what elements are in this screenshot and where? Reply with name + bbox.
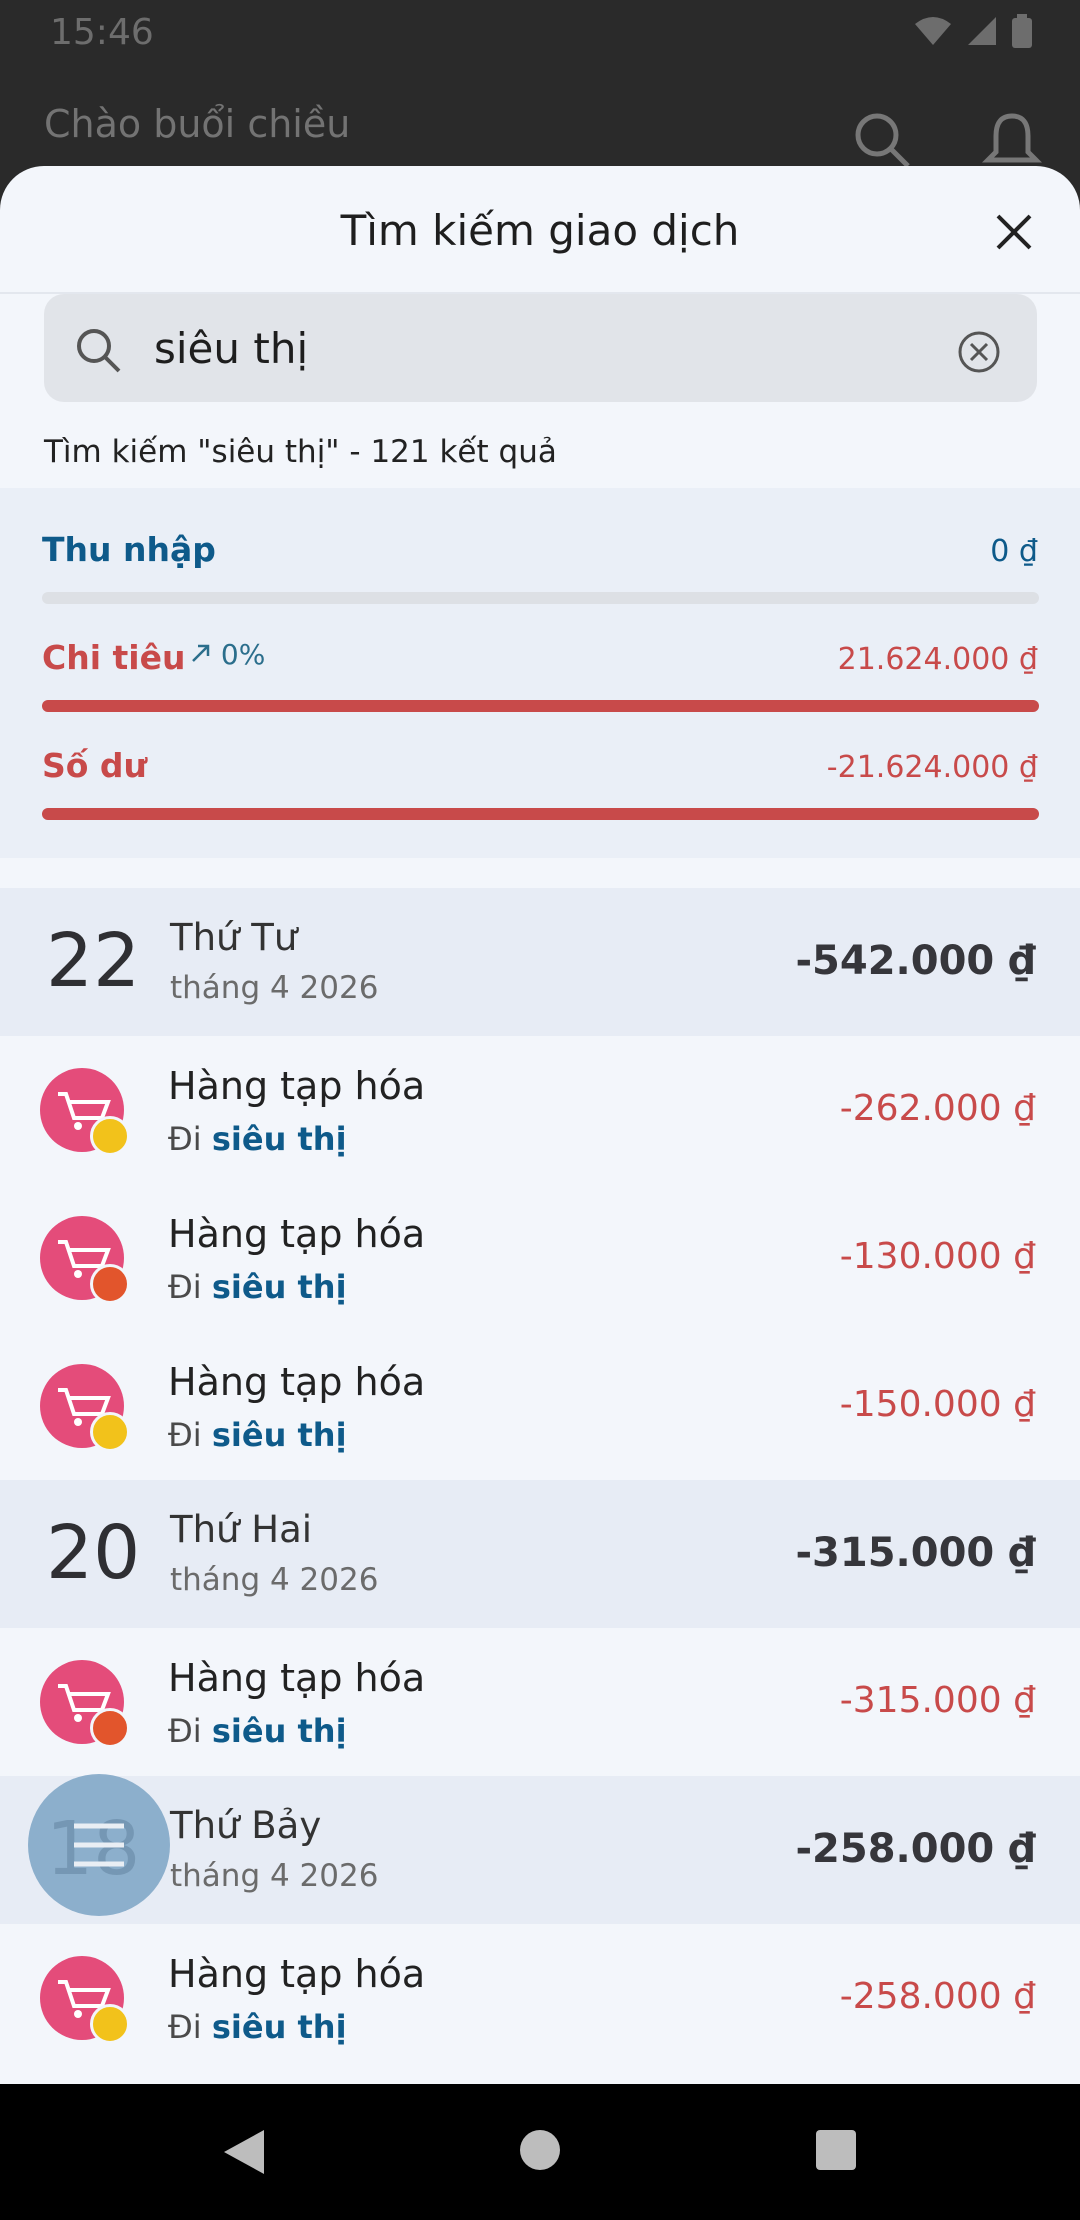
expense-bar	[42, 700, 1039, 712]
status-icons	[914, 14, 1032, 48]
transaction-amount: -150.000 ₫	[839, 1384, 1036, 1425]
expense-value: 21.624.000 ₫	[837, 642, 1038, 677]
app-header: Chào buổi chiều	[0, 66, 1080, 168]
transaction-title: Hàng tạp hóa	[168, 1064, 426, 1108]
note-highlight: siêu thị	[211, 1416, 347, 1454]
expense-label: Chi tiêu	[42, 638, 186, 677]
transaction-title: Hàng tạp hóa	[168, 1360, 426, 1404]
day-number: 22	[46, 918, 141, 1004]
transaction-amount: -258.000 ₫	[839, 1976, 1036, 2017]
note-prefix: Đi	[168, 2008, 202, 2046]
wallet-icon	[90, 1264, 130, 1304]
battery-icon	[1012, 14, 1032, 48]
transaction-row[interactable]: Hàng tạp hóa Đi siêu thị -130.000 ₫	[0, 1184, 1080, 1332]
day-month: tháng 4 2026	[170, 970, 379, 1006]
transaction-row[interactable]: Hàng tạp hóa Đi siêu thị -258.000 ₫	[0, 1924, 1080, 2072]
balance-bar	[42, 808, 1039, 820]
note-prefix: Đi	[168, 1416, 202, 1454]
note-prefix: Đi	[168, 1120, 202, 1158]
day-month: tháng 4 2026	[170, 1562, 379, 1598]
income-bar	[42, 592, 1039, 604]
transaction-row[interactable]: Hàng tạp hóa Đi siêu thị -150.000 ₫	[0, 1332, 1080, 1480]
day-weekday: Thứ Hai	[170, 1508, 313, 1551]
signal-icon	[968, 17, 996, 45]
day-total: -258.000 ₫	[795, 1826, 1036, 1872]
search-input[interactable]	[154, 314, 954, 382]
sheet-title: Tìm kiếm giao dịch	[340, 206, 740, 255]
transaction-note: Đi siêu thị	[168, 1712, 347, 1750]
recents-icon[interactable]	[814, 2128, 858, 2172]
transaction-title: Hàng tạp hóa	[168, 1212, 426, 1256]
transaction-title: Hàng tạp hóa	[168, 1656, 426, 1700]
expense-trend: 0%	[190, 638, 265, 671]
transaction-title: Hàng tạp hóa	[168, 1952, 426, 1996]
note-prefix: Đi	[168, 1712, 202, 1750]
transaction-amount: -130.000 ₫	[839, 1236, 1036, 1277]
summary-panel: Thu nhập 0 ₫ Chi tiêu 0% 21.624.000 ₫ Số…	[0, 488, 1080, 858]
close-icon[interactable]	[992, 210, 1036, 254]
cash-icon	[90, 1116, 130, 1156]
expense-bar-fill	[42, 700, 1039, 712]
filter-fab[interactable]	[28, 1774, 170, 1916]
day-weekday: Thứ Tư	[170, 916, 298, 959]
result-count: Tìm kiếm "siêu thị" - 121 kết quả	[44, 434, 557, 470]
coin-icon	[90, 1412, 130, 1452]
back-icon[interactable]	[222, 2128, 266, 2176]
transaction-note: Đi siêu thị	[168, 2008, 347, 2046]
balance-bar-fill	[42, 808, 1039, 820]
transaction-note: Đi siêu thị	[168, 1268, 347, 1306]
day-number: 20	[46, 1510, 141, 1596]
wallet-icon	[90, 1708, 130, 1748]
search-icon	[77, 329, 121, 373]
sheet-header: Tìm kiếm giao dịch	[0, 166, 1080, 294]
clear-search-icon[interactable]	[957, 330, 1001, 374]
day-header[interactable]: 20 Thứ Hai tháng 4 2026 -315.000 ₫	[0, 1480, 1080, 1628]
note-highlight: siêu thị	[211, 1712, 347, 1750]
balance-value: -21.624.000 ₫	[826, 750, 1038, 785]
coin-icon	[90, 2004, 130, 2044]
day-total: -315.000 ₫	[795, 1530, 1036, 1576]
status-time: 15:46	[50, 12, 154, 53]
system-nav-bar	[0, 2084, 1080, 2220]
transaction-note: Đi siêu thị	[168, 1120, 347, 1158]
transaction-row[interactable]: Hàng tạp hóa Đi siêu thị -315.000 ₫	[0, 1628, 1080, 1776]
note-highlight: siêu thị	[211, 1268, 347, 1306]
day-weekday: Thứ Bảy	[170, 1804, 322, 1847]
note-highlight: siêu thị	[211, 2008, 347, 2046]
trend-arrow-icon	[192, 644, 210, 662]
transaction-row[interactable]: Hàng tạp hóa Đi siêu thị -262.000 ₫	[0, 1036, 1080, 1184]
expense-trend-value: 0%	[220, 638, 266, 671]
transaction-amount: -315.000 ₫	[839, 1680, 1036, 1721]
transaction-amount: -262.000 ₫	[839, 1088, 1036, 1129]
status-bar: 15:46	[0, 0, 1080, 66]
day-header[interactable]: 22 Thứ Tư tháng 4 2026 -542.000 ₫	[0, 888, 1080, 1036]
list-filter-icon	[74, 1823, 124, 1867]
search-box[interactable]	[44, 294, 1037, 402]
income-value: 0 ₫	[990, 534, 1038, 569]
transaction-note: Đi siêu thị	[168, 1416, 347, 1454]
home-icon[interactable]	[518, 2128, 562, 2172]
day-total: -542.000 ₫	[795, 938, 1036, 984]
balance-label: Số dư	[42, 746, 148, 785]
day-month: tháng 4 2026	[170, 1858, 379, 1894]
income-label: Thu nhập	[42, 530, 216, 569]
note-prefix: Đi	[168, 1268, 202, 1306]
search-icon[interactable]	[852, 110, 912, 170]
note-highlight: siêu thị	[211, 1120, 347, 1158]
greeting: Chào buổi chiều	[44, 102, 351, 146]
bell-icon[interactable]	[982, 110, 1042, 170]
wifi-icon	[915, 17, 951, 45]
